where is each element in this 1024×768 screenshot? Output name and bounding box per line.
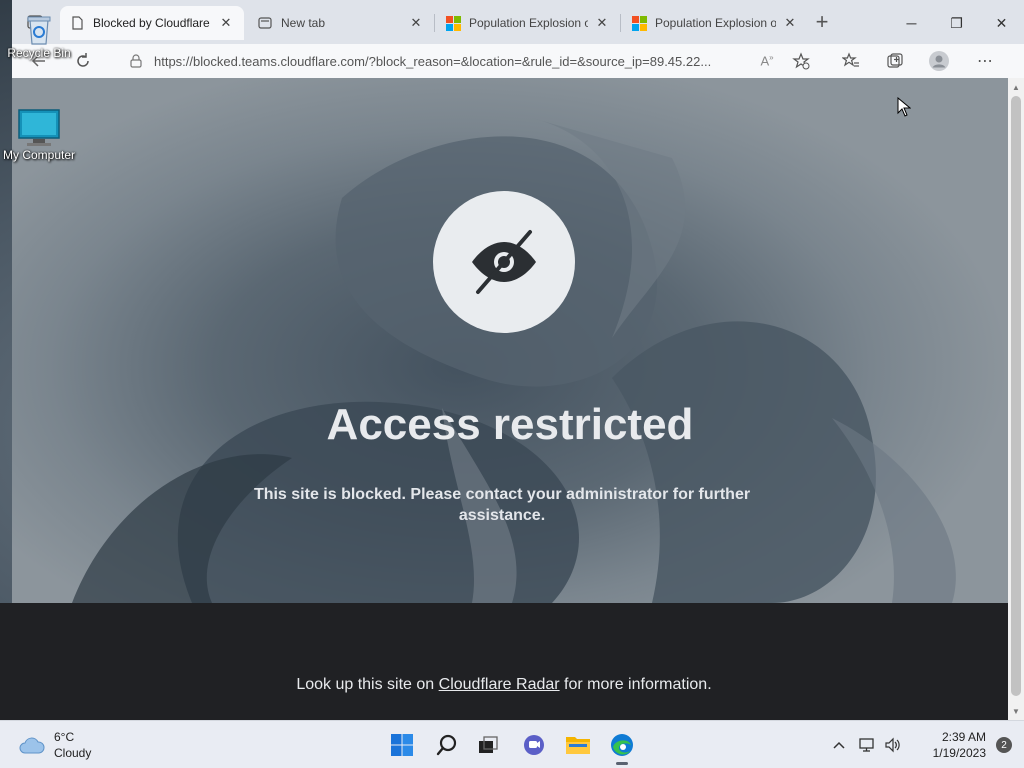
url-text: https://blocked.teams.cloudflare.com/?bl… xyxy=(154,53,712,69)
window-controls: ─ ❐ ✕ xyxy=(889,6,1024,40)
scroll-down-arrow-icon[interactable]: ▼ xyxy=(1008,704,1024,718)
start-button[interactable] xyxy=(386,729,418,761)
edge-button[interactable] xyxy=(606,729,638,765)
volume-button[interactable] xyxy=(880,732,906,758)
clock-date: 1/19/2023 xyxy=(932,746,986,760)
active-app-indicator xyxy=(616,762,628,765)
footer-text: Look up this site on Cloudflare Radar fo… xyxy=(0,676,1008,694)
chat-button[interactable] xyxy=(518,729,550,761)
windows-logo-icon xyxy=(391,734,413,756)
tab-blocked-by-cloudflare[interactable]: Blocked by Cloudflare G ✕ xyxy=(60,6,244,40)
recycle-bin-icon xyxy=(27,16,51,45)
block-message: This site is blocked. Please contact you… xyxy=(253,486,751,524)
network-icon xyxy=(859,738,874,752)
footer-text-before: Look up this site on xyxy=(296,676,439,693)
plus-icon: + xyxy=(815,9,829,34)
close-window-button[interactable]: ✕ xyxy=(979,6,1024,40)
minimize-button[interactable]: ─ xyxy=(889,6,934,40)
microsoft-logo-icon xyxy=(446,16,461,31)
desktop-icon-label: My Computer xyxy=(2,148,76,162)
tab-new-tab[interactable]: New tab ✕ xyxy=(248,6,434,40)
desktop-icon-my-computer[interactable]: My Computer xyxy=(0,108,78,162)
task-view-icon xyxy=(479,736,498,753)
eye-slash-icon xyxy=(472,230,536,294)
star-add-icon xyxy=(792,52,810,70)
tab-label: Population Explosion of xyxy=(655,16,776,30)
system-tray: 2:39 AM 1/19/2023 2 xyxy=(826,721,1024,768)
blocked-badge xyxy=(433,191,575,333)
footer-text-after: for more information. xyxy=(559,676,712,693)
avatar-icon xyxy=(929,51,949,71)
add-favorite-button[interactable] xyxy=(786,47,816,75)
restore-button[interactable]: ❐ xyxy=(934,6,979,40)
address-bar[interactable]: https://blocked.teams.cloudflare.com/?bl… xyxy=(118,47,818,75)
close-tab-button[interactable]: ✕ xyxy=(782,15,798,31)
clock[interactable]: 2:39 AM 1/19/2023 xyxy=(916,729,986,761)
weather-temperature: 6°C xyxy=(54,730,75,744)
page-title: Access restricted xyxy=(326,400,694,449)
page-footer: Look up this site on Cloudflare Radar fo… xyxy=(0,603,1008,720)
page-viewport: Access restricted This site is blocked. … xyxy=(12,78,1008,603)
speaker-icon xyxy=(885,737,900,753)
microsoft-logo-icon xyxy=(632,16,647,31)
search-button[interactable] xyxy=(431,729,463,761)
teams-chat-icon xyxy=(524,735,544,755)
tab-strip: Blocked by Cloudflare G ✕ New tab ✕ Popu… xyxy=(12,0,1024,44)
profile-button[interactable] xyxy=(924,47,954,75)
cloud-icon xyxy=(19,737,45,754)
lock-icon xyxy=(130,54,142,68)
new-tab-icon xyxy=(258,17,272,29)
favorites-button[interactable] xyxy=(836,47,866,75)
folder-icon xyxy=(566,737,590,754)
page-scrollbar[interactable]: ▲ ▼ xyxy=(1008,78,1024,720)
browser-toolbar: https://blocked.teams.cloudflare.com/?bl… xyxy=(12,44,1024,78)
chevron-up-icon xyxy=(833,741,845,749)
tab-population-explosion-1[interactable]: Population Explosion of ✕ xyxy=(436,6,620,40)
tab-label: New tab xyxy=(281,16,326,30)
scroll-thumb[interactable] xyxy=(1011,96,1021,696)
tab-label: Population Explosion of xyxy=(469,16,588,30)
close-tab-button[interactable]: ✕ xyxy=(408,15,424,31)
tab-label: Blocked by Cloudflare G xyxy=(93,16,212,30)
more-icon: ⋯ xyxy=(977,53,993,70)
favorites-icon xyxy=(842,52,859,67)
read-aloud-icon: A» xyxy=(760,53,774,69)
collections-icon xyxy=(887,53,903,68)
desktop-icon-label: Recycle Bin xyxy=(7,46,71,60)
weather-text: 6°C Cloudy xyxy=(54,729,91,761)
search-icon xyxy=(436,734,457,756)
collections-button[interactable] xyxy=(880,47,910,75)
tab-separator xyxy=(434,14,435,32)
weather-condition: Cloudy xyxy=(54,746,92,760)
network-button[interactable] xyxy=(854,732,880,758)
mouse-cursor-icon xyxy=(897,97,911,117)
show-hidden-icons-button[interactable] xyxy=(826,732,852,758)
close-tab-button[interactable]: ✕ xyxy=(594,15,610,31)
settings-menu-button[interactable]: ⋯ xyxy=(970,47,1000,75)
cloudflare-radar-link[interactable]: Cloudflare Radar xyxy=(439,676,560,693)
notification-badge[interactable]: 2 xyxy=(996,737,1012,753)
clock-time: 2:39 AM xyxy=(941,730,986,744)
new-tab-button[interactable]: + xyxy=(807,8,837,36)
task-view-button[interactable] xyxy=(472,729,504,761)
close-tab-button[interactable]: ✕ xyxy=(218,15,234,31)
edge-icon xyxy=(611,734,633,756)
file-explorer-button[interactable] xyxy=(562,729,594,761)
read-aloud-button[interactable]: A» xyxy=(752,47,782,75)
desktop-icon-recycle-bin[interactable]: Recycle Bin xyxy=(0,14,78,60)
scroll-up-arrow-icon[interactable]: ▲ xyxy=(1008,80,1024,94)
tab-population-explosion-2[interactable]: Population Explosion of ✕ xyxy=(622,6,808,40)
weather-widget[interactable]: 6°C Cloudy xyxy=(18,729,91,761)
monitor-icon xyxy=(18,109,60,146)
taskbar: 6°C Cloudy 2:39 AM 1/19/2023 2 xyxy=(0,720,1024,768)
tab-separator xyxy=(620,14,621,32)
